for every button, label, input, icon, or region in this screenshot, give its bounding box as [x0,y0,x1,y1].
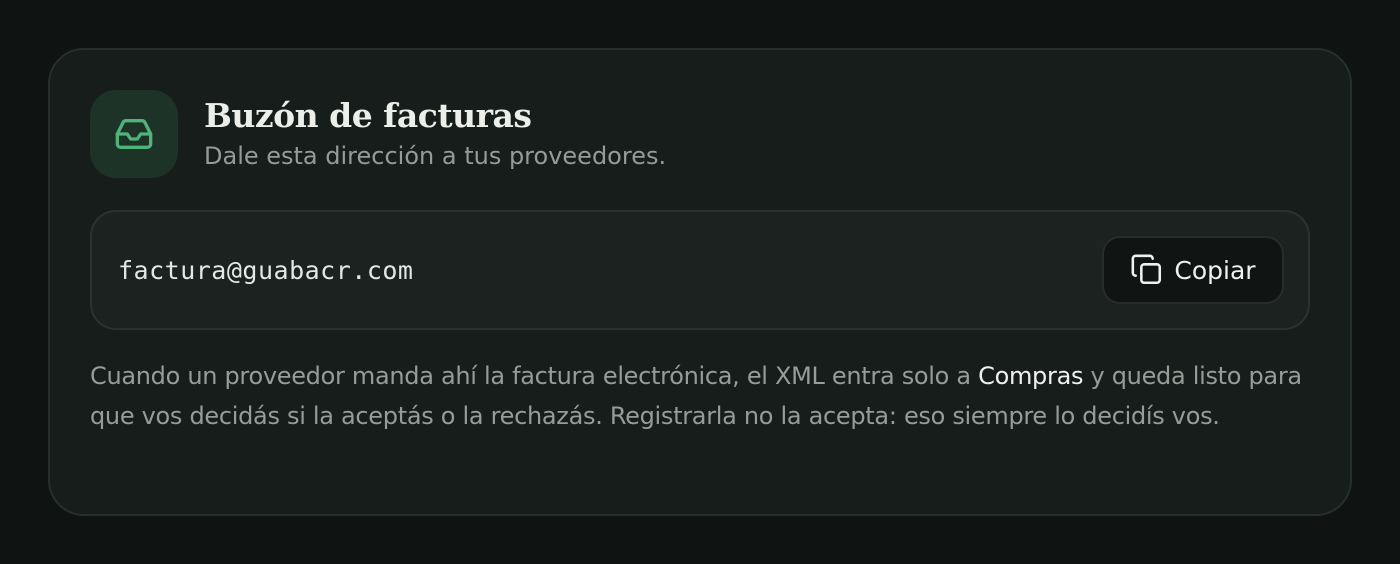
compras-highlight: Compras [978,362,1084,390]
header-text: Buzón de facturas Dale esta dirección a … [204,96,666,172]
email-address-box: factura@guabacr.com Copiar [90,210,1310,330]
description-text: Cuando un proveedor manda ahí la factura… [90,356,1310,436]
card-title: Buzón de facturas [204,96,532,135]
card-subtitle: Dale esta dirección a tus proveedores. [204,142,667,170]
card-header: Buzón de facturas Dale esta dirección a … [90,90,666,178]
copy-button[interactable]: Copiar [1102,236,1284,304]
inbox-card: Buzón de facturas Dale esta dirección a … [48,48,1352,516]
description-part1: Cuando un proveedor manda ahí la factura… [90,362,979,390]
copy-icon [1131,254,1162,285]
inbox-icon-tile [90,90,178,178]
copy-button-label: Copiar [1174,255,1256,285]
inbox-icon [115,119,153,149]
email-address[interactable]: factura@guabacr.com [118,212,413,328]
